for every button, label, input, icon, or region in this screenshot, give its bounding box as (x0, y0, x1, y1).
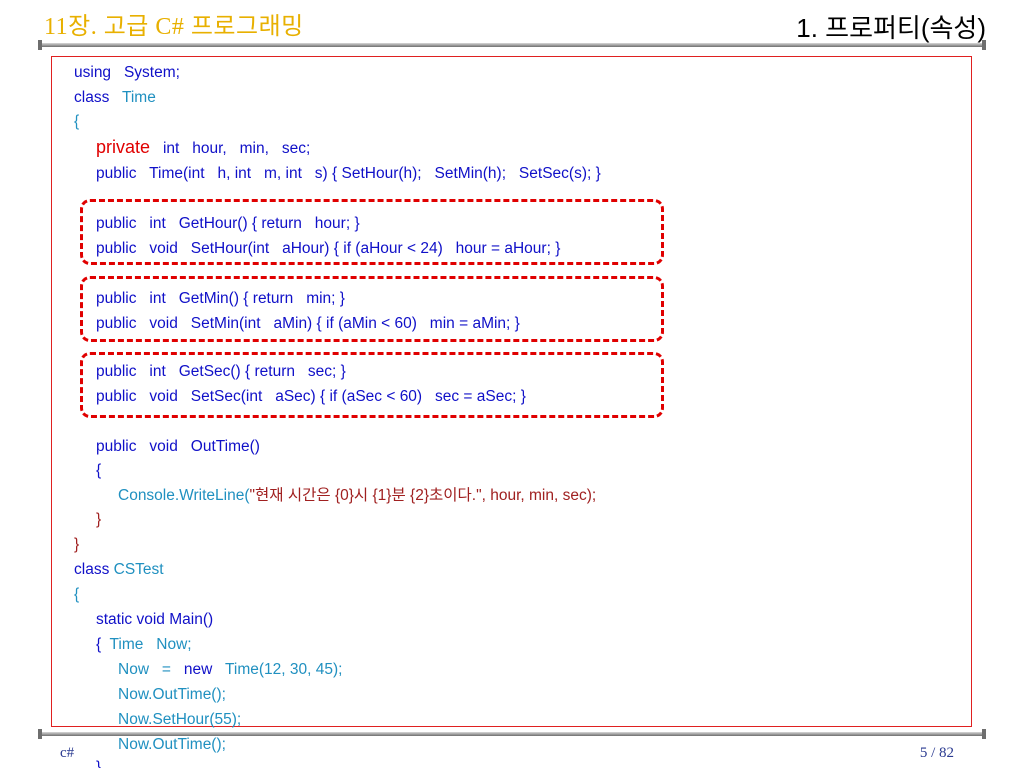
code-line: public int GetMin() { return min; } (96, 290, 345, 307)
code-line: class Time (74, 89, 156, 106)
code-line: class CSTest (74, 561, 164, 578)
code-line: using System; (74, 64, 180, 81)
code-line: public int GetSec() { return sec; } (96, 363, 346, 380)
code-line: public Time(int h, int m, int s) { SetHo… (96, 165, 601, 182)
code-line: private int hour, min, sec; (96, 137, 311, 157)
code-line: { (74, 113, 80, 130)
chapter-title: 11장. 고급 C# 프로그래밍 (44, 14, 304, 40)
code-line: public int GetHour() { return hour; } (96, 215, 360, 232)
code-line: { (74, 586, 80, 603)
code-line: Now.OutTime(); (118, 686, 226, 703)
code-line: } (96, 759, 102, 768)
code-line: public void SetHour(int aHour) { if (aHo… (96, 240, 561, 257)
code-line: static void Main() (96, 611, 214, 628)
code-line: Now.SetHour(55); (118, 711, 242, 728)
header-divider (38, 40, 986, 50)
code-line: { Time Now; (96, 636, 192, 653)
page-number: 5 / 82 (919, 745, 954, 761)
code-line: Console.WriteLine("현재 시간은 {0}시 {1}분 {2}초… (118, 487, 597, 504)
section-title: 1. 프로퍼티(속성) (796, 13, 986, 43)
footer-divider (38, 729, 986, 739)
code-line: } (74, 536, 80, 553)
code-line: { (96, 462, 102, 479)
code-line: Now = new Time(12, 30, 45); (118, 661, 343, 678)
code-line: Now.OutTime(); (118, 736, 226, 753)
code-line: } (96, 511, 102, 528)
code-block: using System; class Time { private int h… (0, 61, 1024, 768)
code-line: public void SetMin(int aMin) { if (aMin … (96, 315, 520, 332)
code-line: public void OutTime() (96, 438, 260, 455)
footer-course-label: c# (60, 745, 75, 761)
code-line: public void SetSec(int aSec) { if (aSec … (96, 388, 526, 405)
